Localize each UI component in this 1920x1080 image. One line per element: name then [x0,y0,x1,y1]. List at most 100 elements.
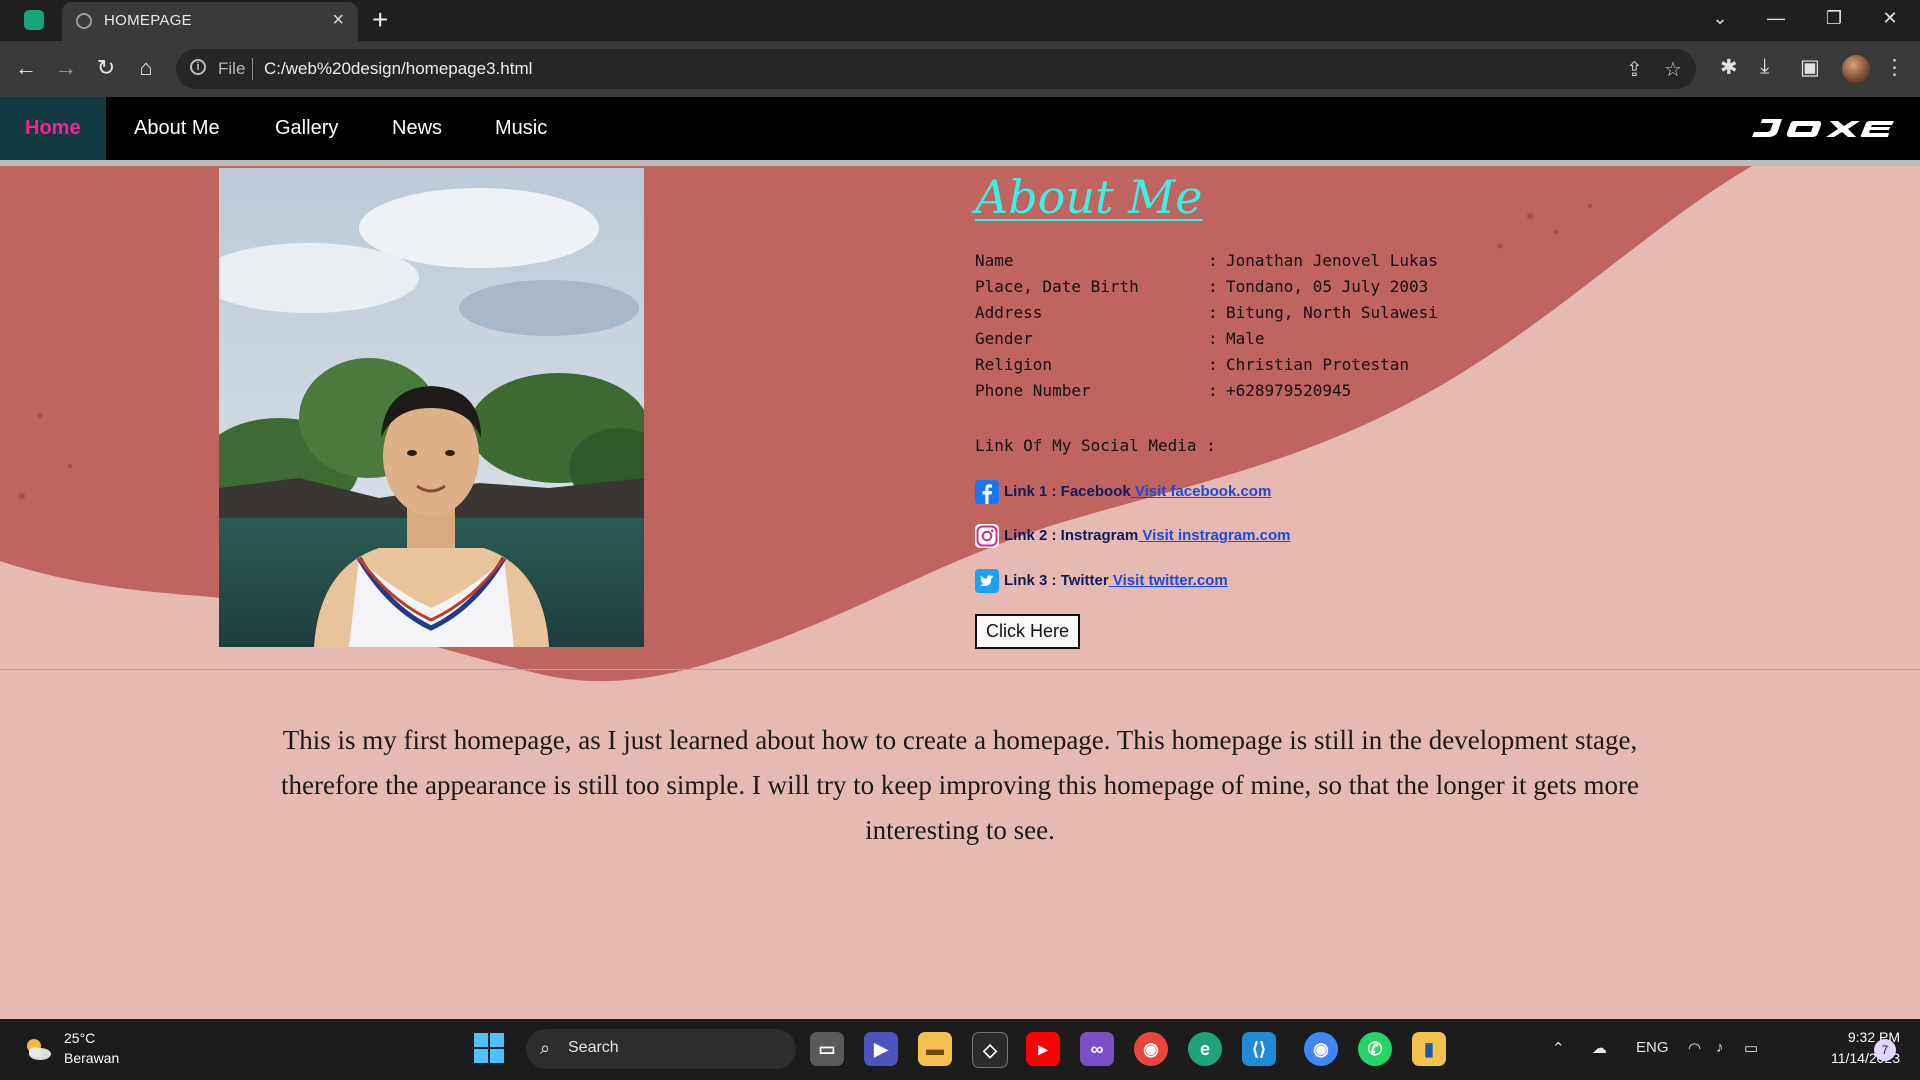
youtube-icon[interactable]: ▸ [1026,1032,1060,1066]
extensions-icon[interactable]: ✱ [1720,55,1738,80]
info-colon: : [1208,381,1218,400]
close-tab-icon[interactable]: × [332,9,344,32]
taskbar-search[interactable]: ⌕ Search [526,1029,796,1069]
restore-button[interactable]: ❐ [1806,0,1862,36]
joxe-logo[interactable] [1748,115,1894,141]
info-row-name: Name: Jonathan Jenovel Lukas [975,248,1438,274]
weather-temperature[interactable]: 25°C [64,1030,95,1046]
about-title: About Me [975,170,1203,224]
info-row-religion: Religion: Christian Protestan [975,352,1438,378]
info-colon: : [1208,251,1218,270]
info-value: Male [1226,329,1265,348]
twitter-icon [975,569,999,594]
url-text[interactable]: C:/web%20design/homepage3.html [264,59,532,79]
address-bar[interactable]: i File C:/web%20design/homepage3.html ⇪ … [176,49,1696,89]
address-separator [252,58,253,80]
info-value: Jonathan Jenovel Lukas [1226,251,1438,270]
info-colon: : [1208,277,1218,296]
onedrive-icon[interactable]: ☁ [1592,1039,1607,1057]
battery-icon[interactable]: ▭ [1744,1039,1758,1057]
info-key: Address [975,303,1043,322]
chrome-active-icon[interactable]: ◉ [1304,1032,1338,1066]
info-value: +628979520945 [1226,381,1352,400]
close-window-button[interactable]: ✕ [1862,0,1918,36]
globe-icon [76,13,92,29]
file-explorer-icon[interactable]: ▬ [918,1032,952,1066]
nav-home[interactable]: Home [0,97,106,160]
nav-news[interactable]: News [392,97,442,160]
info-key: Gender [975,329,1033,348]
whatsapp-icon[interactable]: ✆ [1358,1032,1392,1066]
minimize-button[interactable]: — [1748,0,1804,36]
info-colon: : [1208,355,1218,374]
intro-paragraph: This is my first homepage, as I just lea… [281,725,1639,845]
twitter-link[interactable]: Visit twitter.com [1109,572,1228,589]
social-link-label: Link 3 : Twitter [1004,572,1109,589]
info-key: Place, Date Birth [975,277,1139,296]
browser-tab[interactable]: HOMEPAGE × [62,2,358,41]
notification-badge[interactable]: 7 [1874,1039,1896,1061]
info-colon: : [1208,303,1218,322]
info-key: Religion [975,355,1053,374]
social-link-facebook: Link 1 : Facebook Visit facebook.com [975,479,1271,505]
click-here-button[interactable]: Click Here [975,614,1081,649]
social-link-twitter: Link 3 : Twitter Visit twitter.com [975,568,1228,594]
weather-cloudy-icon[interactable] [22,1033,54,1065]
tray-overflow-icon[interactable]: ⌃ [1552,1039,1565,1057]
share-icon[interactable]: ⇪ [1626,57,1643,82]
windows-start-icon[interactable] [474,1033,504,1063]
info-icon[interactable]: i [190,59,206,75]
chatgpt-tab-icon[interactable] [24,10,44,30]
unity-icon[interactable]: ◇ [972,1032,1008,1068]
facebook-icon [975,480,999,505]
browser-toolbar: ← → ↻ ⌂ i File C:/web%20design/homepage3… [0,41,1920,97]
nav-gallery[interactable]: Gallery [275,97,338,160]
facebook-link[interactable]: Visit facebook.com [1131,483,1271,500]
back-icon[interactable]: ← [10,55,42,81]
vscode-icon[interactable]: ⟨⟩ [1242,1032,1276,1066]
nav-music[interactable]: Music [495,97,547,160]
file-manager-icon[interactable]: ▮ [1412,1032,1446,1066]
info-row-birth: Place, Date Birth: Tondano, 05 July 2003 [975,274,1438,300]
new-tab-button[interactable]: + [372,4,388,36]
menu-icon[interactable]: ⋮ [1884,55,1905,80]
home-icon[interactable]: ⌂ [130,55,162,81]
chrome-icon[interactable]: ◉ [1134,1032,1168,1066]
task-view-icon[interactable]: ▭ [810,1032,844,1066]
info-colon: : [1208,329,1218,348]
section-divider [0,669,1920,670]
windows-taskbar: 25°C Berawan ⌕ Search ▭ ▶ ▬ ◇ ▸ ∞ ◉ e ⟨⟩… [0,1019,1920,1080]
scheme-label: File [218,59,246,78]
side-panel-icon[interactable]: ▣ [1800,55,1820,80]
instagram-link[interactable]: Visit instragram.com [1138,527,1290,544]
info-value: Tondano, 05 July 2003 [1226,277,1429,296]
info-value: Bitung, North Sulawesi [1226,303,1438,322]
profile-photo [219,168,644,647]
bookmark-star-icon[interactable]: ☆ [1664,57,1682,82]
info-row-phone: Phone Number: +628979520945 [975,378,1438,404]
instagram-icon [975,524,999,549]
download-icon[interactable]: ⤓ [1760,55,1769,79]
profile-avatar[interactable] [1842,55,1870,83]
forward-icon[interactable]: → [50,55,82,81]
search-label: Search [568,1039,619,1056]
search-icon: ⌕ [540,1038,551,1058]
weather-description[interactable]: Berawan [64,1050,119,1066]
language-indicator[interactable]: ENG [1636,1039,1669,1056]
info-row-address: Address: Bitung, North Sulawesi [975,300,1438,326]
tab-search-icon[interactable]: ⌄ [1692,0,1748,36]
tab-title: HOMEPAGE [104,12,192,29]
social-link-instagram: Link 2 : Instragram Visit instragram.com [975,523,1290,549]
site-navbar: Home About Me Gallery News Music [0,97,1920,160]
info-key: Phone Number [975,381,1091,400]
social-media-heading: Link Of My Social Media : [975,436,1216,455]
reload-icon[interactable]: ↻ [90,55,122,81]
volume-icon[interactable]: ♪ [1716,1039,1724,1056]
social-link-label: Link 1 : Facebook [1004,483,1131,500]
wifi-icon[interactable]: ◠ [1688,1039,1701,1057]
info-row-gender: Gender: Male [975,326,1438,352]
edge-icon[interactable]: e [1188,1032,1222,1066]
visual-studio-icon[interactable]: ∞ [1080,1032,1114,1066]
nav-about-me[interactable]: About Me [134,97,220,160]
teams-chat-icon[interactable]: ▶ [864,1032,898,1066]
